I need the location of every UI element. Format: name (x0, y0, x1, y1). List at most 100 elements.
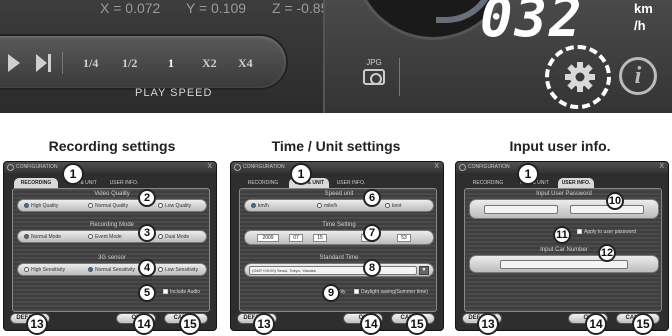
password-label: Input User Password (536, 191, 592, 197)
radio-dual-mode[interactable]: Dual Mode (158, 234, 189, 240)
marker-6: 6 (363, 189, 381, 207)
marker-8: 8 (363, 259, 381, 277)
radio-normal-sensitivity[interactable]: Normal Sensitivity (88, 267, 135, 273)
config-window-user-info: CONFIGURATION X RECORDING TIME & UNIT US… (455, 161, 669, 331)
year-field[interactable]: 2009 (257, 234, 279, 242)
config-window-recording: CONFIGURATION X RECORDING TIME & UNIT US… (3, 161, 217, 331)
video-quality-group: High Quality Normal Quality Low Quality (17, 199, 207, 212)
radio-low-sensitivity[interactable]: Low Sensitivity (158, 267, 198, 273)
marker-7: 7 (363, 224, 381, 242)
radio-high-sensitivity[interactable]: High Sensitivity (24, 267, 65, 273)
recording-mode-label: Recording Mode (89, 222, 135, 228)
marker-14: 14 (360, 313, 382, 335)
tab-user-info[interactable]: USER INFO. (333, 178, 369, 188)
speed-unit-group: km/h mile/h knot (244, 199, 434, 212)
speed-unit: km /h (634, 0, 653, 34)
y-coordinate: Y = 0.109 (185, 0, 247, 16)
marker-12: 12 (598, 244, 616, 262)
config-window-time-unit: CONFIGURATION X RECORDING TIME & UNIT US… (230, 161, 444, 331)
timezone-select[interactable]: (GMT+09:00) Seoul, Tokyo, Yakutsk (249, 266, 417, 275)
play-icon[interactable] (8, 54, 22, 72)
window-title: CONFIGURATION (243, 164, 285, 170)
marker-3: 3 (138, 224, 156, 242)
speed-button-quarter[interactable]: 1/4 (83, 56, 98, 71)
day-field[interactable]: 15 (313, 234, 327, 242)
info-icon[interactable]: i (619, 57, 657, 95)
radio-high-quality[interactable]: High Quality (24, 203, 58, 209)
speed-button-normal[interactable]: 1 (168, 56, 174, 71)
apply-password-checkbox[interactable]: Apply to user password (577, 229, 636, 235)
tab-recording[interactable]: RECORDING (241, 178, 285, 188)
dropdown-arrow-icon[interactable]: ▼ (419, 266, 429, 275)
skip-next-icon[interactable] (36, 54, 52, 72)
time-setting-label: Time Setting (322, 222, 356, 228)
section-title-recording: Recording settings (48, 138, 176, 154)
radio-knot[interactable]: knot (385, 203, 401, 209)
marker-15: 15 (406, 313, 428, 335)
close-icon[interactable]: X (207, 163, 212, 170)
marker-13: 13 (477, 313, 499, 335)
window-titlebar: CONFIGURATION X (4, 162, 216, 173)
divider (62, 52, 63, 74)
marker-1: 1 (517, 163, 539, 185)
gauge-panel: 20 0 032 km /h JPG (323, 0, 672, 113)
radio-low-quality[interactable]: Low Quality (158, 203, 191, 209)
player-banner: X = 0.072 Y = 0.109 Z = -0.855 1/4 1/2 1… (0, 0, 672, 113)
marker-14: 14 (133, 313, 155, 335)
tab-user-info[interactable]: USER INFO. (106, 178, 142, 188)
video-quality-label: Video Quality (94, 191, 130, 197)
snapshot-button[interactable]: JPG (359, 58, 389, 85)
settings-highlight (545, 45, 611, 109)
play-speed-label: PLAY SPEED (135, 87, 213, 99)
section-title-user-info: Input user info. (509, 138, 611, 154)
radio-event-mode[interactable]: Event Mode (88, 234, 122, 240)
car-number-group (469, 255, 659, 273)
speed-button-half[interactable]: 1/2 (122, 56, 137, 71)
app-icon (7, 164, 14, 171)
marker-2: 2 (138, 189, 156, 207)
section-title-time-unit: Time / Unit settings (271, 138, 401, 154)
standard-time-group: (GMT+09:00) Seoul, Tokyo, Yakutsk ▼ (244, 263, 434, 277)
speed-unit-label: Speed unit (324, 191, 354, 197)
password-group (469, 199, 659, 219)
window-title: CONFIGURATION (468, 164, 510, 170)
radio-mileh[interactable]: mile/h (317, 203, 337, 209)
tab-user-info[interactable]: USER INFO. (558, 178, 594, 188)
car-number-label: Input Car Number (540, 247, 588, 253)
radio-normal-mode[interactable]: Normal Mode (24, 234, 61, 240)
speed-button-x4[interactable]: X4 (238, 56, 253, 71)
x-coordinate: X = 0.072 (100, 0, 161, 16)
camera-icon (363, 69, 385, 85)
marker-11: 11 (553, 226, 571, 244)
close-icon[interactable]: X (434, 163, 439, 170)
g-sensor-readout: X = 0.072 Y = 0.109 Z = -0.855 (100, 0, 358, 16)
radio-normal-quality[interactable]: Normal Quality (88, 203, 128, 209)
standard-time-label: Standard Time (319, 255, 359, 261)
daylight-saving-checkbox[interactable]: Daylight saving(Summer time) (354, 289, 428, 295)
tab-recording[interactable]: RECORDING (14, 178, 58, 188)
minute-field[interactable]: 53 (397, 234, 411, 242)
divider (399, 58, 400, 96)
include-audio-checkbox[interactable]: Include Audio (163, 289, 200, 295)
marker-14: 14 (585, 313, 607, 335)
app-icon (459, 164, 466, 171)
recording-mode-group: Normal Mode Event Mode Dual Mode (17, 230, 207, 243)
window-title: CONFIGURATION (16, 164, 58, 170)
settings-panel: Input User Password Apply to user passwo… (464, 188, 662, 312)
marker-10: 10 (606, 192, 624, 210)
marker-13: 13 (253, 313, 275, 335)
speed-button-x2[interactable]: X2 (202, 56, 217, 71)
tab-recording[interactable]: RECORDING (466, 178, 510, 188)
gear-icon[interactable] (564, 61, 596, 93)
g-sensor-label: 3G sensor (98, 255, 126, 261)
password-field[interactable] (484, 205, 558, 214)
month-field[interactable]: 07 (289, 234, 303, 242)
settings-panel: Video Quality High Quality Normal Qualit… (12, 188, 210, 312)
marker-1: 1 (290, 163, 312, 185)
speed-unit-top: km (634, 1, 653, 16)
marker-4: 4 (138, 259, 156, 277)
marker-9: 9 (322, 284, 340, 302)
close-icon[interactable]: X (659, 163, 664, 170)
radio-kmh[interactable]: km/h (251, 203, 269, 209)
window-titlebar: CONFIGURATION X (231, 162, 443, 173)
